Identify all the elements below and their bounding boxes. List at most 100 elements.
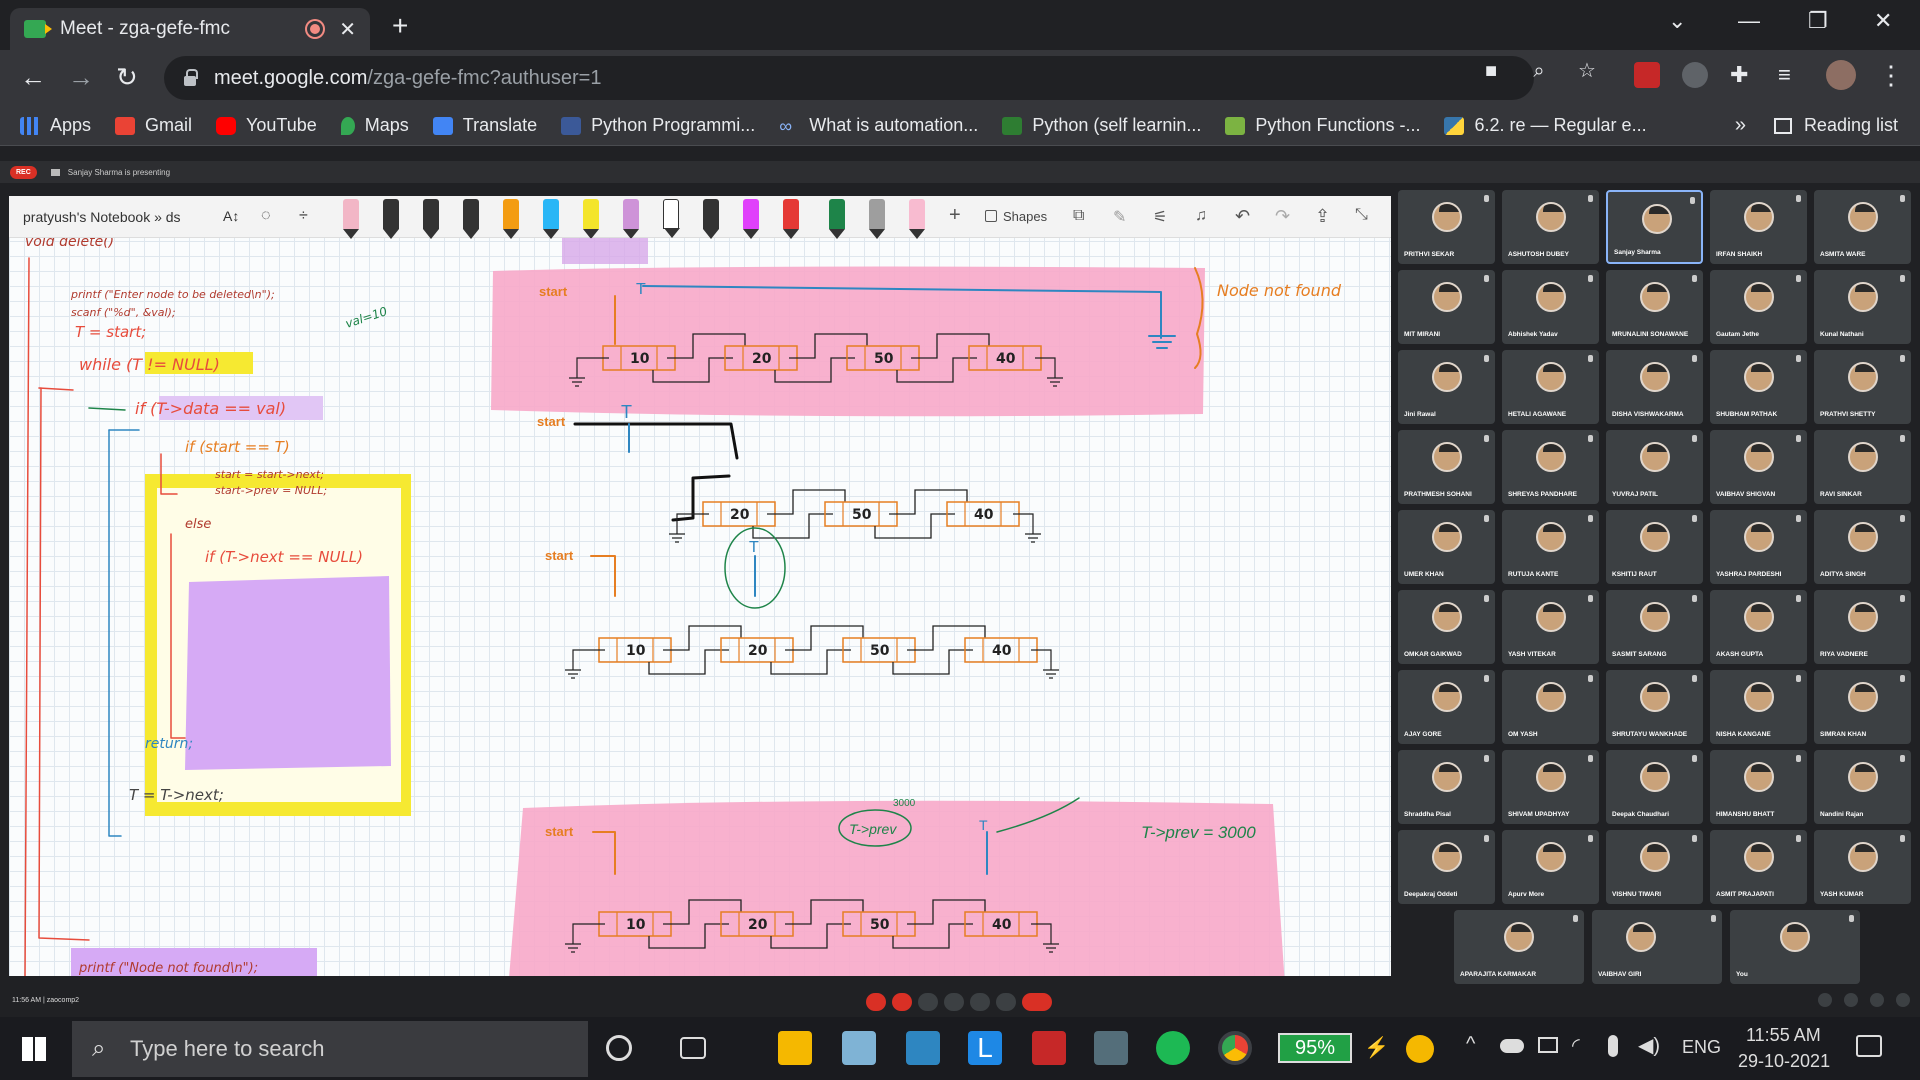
participant-tile[interactable]: UMER KHAN [1398, 510, 1495, 584]
network-icon[interactable] [1538, 1037, 1558, 1053]
participant-tile[interactable]: YASH VITEKAR [1502, 590, 1599, 664]
participant-tile[interactable]: ADITYA SINGH [1814, 510, 1911, 584]
participant-tile[interactable]: Gautam Jethe [1710, 270, 1807, 344]
battery-badge[interactable]: 95% [1278, 1033, 1352, 1063]
reading-list-icon[interactable] [1773, 117, 1792, 134]
whiteboard[interactable]: pratyush's Notebook » ds A↕ ◌ ÷ + Shapes… [9, 196, 1391, 976]
participant-tile[interactable]: Shraddha Pisal [1398, 750, 1495, 824]
participant-tile[interactable]: AKASH GUPTA [1710, 590, 1807, 664]
mcafee-icon[interactable] [1032, 1031, 1066, 1065]
people-icon[interactable] [1844, 993, 1858, 1007]
back-icon[interactable]: ← [20, 62, 46, 93]
extension-shield-icon[interactable] [1634, 62, 1660, 88]
bookmark-python-functions[interactable]: Python Functions -... [1225, 115, 1420, 136]
pen-blue-icon[interactable] [543, 199, 559, 239]
participant-tile[interactable]: RUTUJA KANTE [1502, 510, 1599, 584]
bookmark-regex[interactable]: 6.2. re — Regular e... [1444, 115, 1647, 136]
bookmark-apps[interactable]: Apps [20, 115, 91, 136]
new-tab-icon[interactable]: + [392, 10, 408, 42]
pen-red-icon[interactable] [383, 199, 399, 239]
tab-search-icon[interactable]: ⌄ [1668, 8, 1686, 34]
calculator-icon[interactable] [1094, 1031, 1128, 1065]
participant-tile[interactable]: HIMANSHU BHATT [1710, 750, 1807, 824]
bookmark-python-programming[interactable]: Python Programmi... [561, 115, 755, 136]
shapes-button[interactable]: Shapes [1003, 209, 1047, 224]
raise-hand-button[interactable] [944, 993, 964, 1011]
forward-icon[interactable]: → [68, 62, 94, 93]
taskbar-search[interactable]: ⌕ Type here to search [72, 1021, 588, 1077]
weather-icon[interactable] [1406, 1035, 1434, 1063]
minimize-icon[interactable]: — [1738, 8, 1760, 34]
app-l-icon[interactable]: L [968, 1031, 1002, 1065]
lasso-tool-icon[interactable]: ◌ [261, 207, 271, 225]
participant-tile[interactable]: MRUNALINI SONAWANE [1606, 270, 1703, 344]
tab-meet[interactable]: Meet - zga-gefe-fmc ✕ [10, 8, 370, 50]
text-tool-icon[interactable]: A↕ [223, 208, 239, 224]
participant-tile[interactable]: Jini Rawal [1398, 350, 1495, 424]
insert-icon[interactable]: ⧉ [1073, 207, 1084, 225]
more-options-button[interactable] [996, 993, 1016, 1011]
space-tool-icon[interactable]: ÷ [299, 207, 308, 225]
chrome-icon[interactable] [1218, 1031, 1252, 1065]
bookmark-star-icon[interactable]: ☆ [1576, 58, 1598, 82]
extensions-puzzle-icon[interactable]: ✚ [1730, 62, 1756, 88]
participant-tile[interactable]: Nandini Rajan [1814, 750, 1911, 824]
participant-tile[interactable]: AJAY GORE [1398, 670, 1495, 744]
pen-magenta-icon[interactable] [743, 199, 759, 239]
reading-list-button[interactable]: Reading list [1804, 115, 1898, 136]
participant-tile[interactable]: SHUBHAM PATHAK [1710, 350, 1807, 424]
participant-tile[interactable]: Deepak Chaudhari [1606, 750, 1703, 824]
spotify-icon[interactable] [1156, 1031, 1190, 1065]
bookmark-youtube[interactable]: YouTube [216, 115, 317, 136]
pen-green-icon[interactable] [829, 199, 845, 239]
participant-tile[interactable]: VISHNU TIWARI [1606, 830, 1703, 904]
present-button[interactable] [970, 993, 990, 1011]
participant-tile[interactable]: Sanjay Sharma [1606, 190, 1703, 264]
extension-translate-icon[interactable] [1682, 62, 1708, 88]
leave-call-button[interactable] [1022, 993, 1052, 1011]
pen-orange2-icon[interactable] [503, 199, 519, 239]
participant-tile[interactable]: PRATHMESH SOHANI [1398, 430, 1495, 504]
notifications-icon[interactable] [1856, 1035, 1882, 1057]
camera-off-button[interactable] [892, 993, 912, 1011]
collapse-icon[interactable]: ⤡ [1355, 206, 1368, 224]
participant-tile[interactable]: OMKAR GAIKWAD [1398, 590, 1495, 664]
captions-button[interactable] [918, 993, 938, 1011]
participant-tile[interactable]: APARAJITA KARMAKAR [1454, 910, 1584, 984]
bookmark-automation[interactable]: ∞ What is automation... [779, 115, 978, 136]
participant-tile[interactable]: YUVRAJ PATIL [1606, 430, 1703, 504]
photos-icon[interactable] [906, 1031, 940, 1065]
bookmark-translate[interactable]: Translate [432, 115, 537, 136]
participant-tile[interactable]: ASMITA WARE [1814, 190, 1911, 264]
redo-icon[interactable]: ↷ [1275, 206, 1290, 227]
bell-icon[interactable]: ♫ [1195, 207, 1207, 225]
share-icon[interactable]: ⇪ [1315, 206, 1330, 227]
clock-date[interactable]: 29-10-2021 [1738, 1051, 1830, 1072]
participant-tile[interactable]: PRITHVI SEKAR [1398, 190, 1495, 264]
pen-purple-icon[interactable] [463, 199, 479, 239]
bookmarks-overflow-icon[interactable]: » [1735, 114, 1746, 137]
participant-tile[interactable]: SIMRAN KHAN [1814, 670, 1911, 744]
media-control-icon[interactable]: ≡ [1778, 62, 1804, 88]
participant-tile[interactable]: SHIVAM UPADHYAY [1502, 750, 1599, 824]
info-icon[interactable] [1818, 993, 1832, 1007]
undo-icon[interactable]: ↶ [1235, 206, 1250, 227]
participant-tile[interactable]: IRFAN SHAIKH [1710, 190, 1807, 264]
pen-black2-icon[interactable] [703, 199, 719, 239]
participant-tile[interactable]: PRATHVI SHETTY [1814, 350, 1911, 424]
participant-tile[interactable]: ASMIT PRAJAPATI [1710, 830, 1807, 904]
address-bar[interactable]: meet.google.com /zga-gefe-fmc?authuser=1 [164, 56, 1534, 100]
participant-tile[interactable]: NISHA KANGANE [1710, 670, 1807, 744]
ruler-icon[interactable]: ✎ [1113, 207, 1126, 227]
participant-tile[interactable]: MIT MIRANI [1398, 270, 1495, 344]
shapes-icon[interactable] [985, 210, 997, 222]
participant-tile[interactable]: Apurv More [1502, 830, 1599, 904]
activities-icon[interactable] [1896, 993, 1910, 1007]
pen-gray-icon[interactable] [869, 199, 885, 239]
volume-icon[interactable]: ◀) [1638, 1033, 1660, 1058]
bookmark-python-self-learning[interactable]: Python (self learnin... [1002, 115, 1201, 136]
file-explorer-icon[interactable] [778, 1031, 812, 1065]
participant-tile[interactable]: HETALI AGAWANE [1502, 350, 1599, 424]
participant-tile[interactable]: OM YASH [1502, 670, 1599, 744]
tray-chevron-icon[interactable]: ^ [1466, 1033, 1475, 1056]
